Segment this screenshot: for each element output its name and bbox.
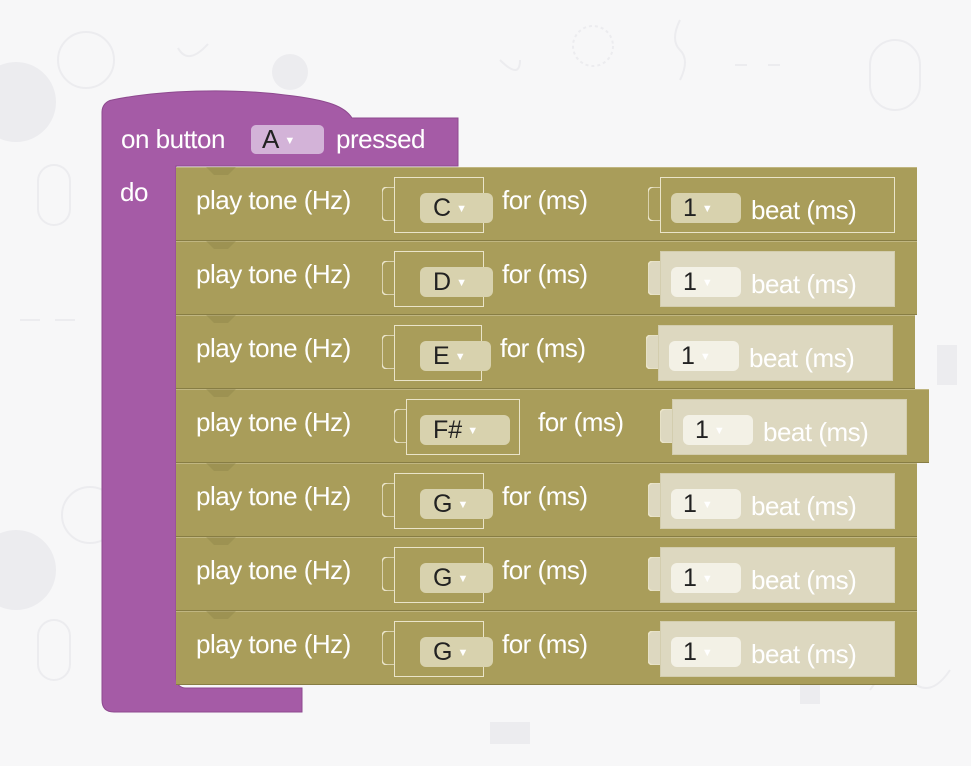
dropdown-caret-icon: ▼ — [701, 573, 713, 585]
beat-dropdown[interactable]: 1 ▼ — [671, 637, 741, 667]
tone-block-2[interactable]: play tone (Hz) D ▼ for (ms) 1 ▼ beat (ms) — [176, 241, 917, 315]
note-input-slot[interactable]: E ▼ — [394, 325, 491, 381]
beat-value: 1 — [681, 342, 695, 370]
beat-dropdown[interactable]: 1 ▼ — [671, 267, 741, 297]
note-value: G — [433, 638, 453, 666]
note-input-slot[interactable]: D ▼ — [394, 251, 493, 307]
dropdown-caret-icon: ▼ — [701, 499, 713, 511]
note-dropdown[interactable]: G ▼ — [420, 637, 493, 667]
block-notch-icon — [206, 611, 236, 619]
beat-dropdown[interactable]: 1 ▼ — [671, 489, 741, 519]
beat-ms-label: beat (ms) — [751, 491, 857, 521]
dropdown-caret-icon: ▼ — [456, 277, 467, 289]
beat-value: 1 — [683, 638, 697, 666]
block-notch-icon — [206, 241, 236, 249]
beat-ms-label: beat (ms) — [763, 417, 869, 447]
play-tone-label: play tone (Hz) — [196, 629, 351, 659]
note-value: G — [433, 490, 453, 518]
note-input-slot[interactable]: C ▼ — [394, 177, 493, 233]
beat-ms-label: beat (ms) — [751, 565, 857, 595]
note-dropdown[interactable]: D ▼ — [420, 267, 493, 297]
play-tone-label: play tone (Hz) — [196, 333, 351, 363]
beat-dropdown[interactable]: 1 ▼ — [669, 341, 739, 371]
beat-input-block[interactable]: 1 ▼ beat (ms) — [660, 547, 895, 603]
dropdown-caret-icon: ▼ — [454, 351, 466, 363]
for-ms-label: for (ms) — [500, 333, 586, 363]
block-notch-icon — [206, 389, 236, 397]
block-notch-icon — [206, 315, 236, 323]
dropdown-caret-icon: ▼ — [701, 277, 713, 289]
beat-input-block[interactable]: 1 ▼ beat (ms) — [660, 177, 895, 233]
for-ms-label: for (ms) — [502, 481, 588, 511]
beat-dropdown[interactable]: 1 ▼ — [683, 415, 753, 445]
for-ms-label: for (ms) — [502, 185, 588, 215]
beat-input-block[interactable]: 1 ▼ beat (ms) — [658, 325, 893, 381]
for-ms-label: for (ms) — [502, 555, 588, 585]
play-tone-label: play tone (Hz) — [196, 407, 351, 437]
blocks-workspace[interactable]: on button A ▼ pressed do play tone (Hz) C… — [0, 0, 971, 766]
note-dropdown[interactable]: C ▼ — [420, 193, 493, 223]
dropdown-caret-icon: ▼ — [456, 203, 467, 215]
beat-value: 1 — [683, 490, 697, 518]
beat-input-block[interactable]: 1 ▼ beat (ms) — [660, 473, 895, 529]
note-input-slot[interactable]: G ▼ — [394, 547, 493, 603]
block-notch-icon — [206, 167, 236, 175]
beat-value: 1 — [683, 194, 697, 222]
beat-dropdown[interactable]: 1 ▼ — [671, 563, 741, 593]
beat-ms-label: beat (ms) — [751, 269, 857, 299]
note-value: C — [433, 194, 452, 222]
beat-ms-label: beat (ms) — [749, 343, 855, 373]
beat-input-block[interactable]: 1 ▼ beat (ms) — [672, 399, 907, 455]
dropdown-caret-icon: ▼ — [284, 135, 296, 147]
do-label: do — [120, 177, 148, 207]
button-select-dropdown[interactable]: A ▼ — [251, 125, 324, 154]
beat-dropdown[interactable]: 1 ▼ — [671, 193, 741, 223]
play-tone-label: play tone (Hz) — [196, 481, 351, 511]
dropdown-caret-icon: ▼ — [457, 573, 469, 585]
note-input-slot[interactable]: F# ▼ — [406, 399, 520, 455]
note-dropdown[interactable]: G ▼ — [420, 489, 493, 519]
play-tone-label: play tone (Hz) — [196, 259, 351, 289]
note-value: F# — [433, 416, 463, 444]
beat-value: 1 — [683, 564, 697, 592]
play-tone-label: play tone (Hz) — [196, 185, 351, 215]
dropdown-caret-icon: ▼ — [457, 499, 469, 511]
tone-block-1[interactable]: play tone (Hz) C ▼ for (ms) 1 ▼ beat (ms) — [176, 167, 917, 241]
note-value: G — [433, 564, 453, 592]
beat-ms-label: beat (ms) — [751, 639, 857, 669]
dropdown-caret-icon: ▼ — [457, 647, 469, 659]
button-select-value: A — [262, 124, 280, 154]
dropdown-caret-icon: ▼ — [701, 647, 713, 659]
play-tone-label: play tone (Hz) — [196, 555, 351, 585]
beat-input-block[interactable]: 1 ▼ beat (ms) — [660, 251, 895, 307]
for-ms-label: for (ms) — [502, 259, 588, 289]
for-ms-label: for (ms) — [538, 407, 624, 437]
tone-block-5[interactable]: play tone (Hz) G ▼ for (ms) 1 ▼ beat (ms) — [176, 463, 917, 537]
dropdown-caret-icon: ▼ — [701, 203, 713, 215]
tone-block-3[interactable]: play tone (Hz) E ▼ for (ms) 1 ▼ beat (ms) — [176, 315, 915, 389]
dropdown-caret-icon: ▼ — [467, 425, 479, 437]
block-notch-icon — [206, 463, 236, 471]
dropdown-caret-icon: ▼ — [699, 351, 711, 363]
beat-ms-label: beat (ms) — [751, 195, 857, 225]
note-input-slot[interactable]: G ▼ — [394, 621, 493, 677]
note-dropdown[interactable]: F# ▼ — [420, 415, 510, 445]
note-dropdown[interactable]: E ▼ — [420, 341, 491, 371]
beat-value: 1 — [695, 416, 709, 444]
event-prefix-label: on button — [121, 124, 225, 154]
event-suffix-label: pressed — [336, 124, 426, 154]
note-value: E — [433, 342, 450, 370]
tone-block-7[interactable]: play tone (Hz) G ▼ for (ms) 1 ▼ beat (ms) — [176, 611, 917, 685]
beat-value: 1 — [683, 268, 697, 296]
for-ms-label: for (ms) — [502, 629, 588, 659]
note-dropdown[interactable]: G ▼ — [420, 563, 493, 593]
note-input-slot[interactable]: G ▼ — [394, 473, 493, 529]
tone-block-4[interactable]: play tone (Hz) F# ▼ for (ms) 1 ▼ beat (ms) — [176, 389, 929, 463]
dropdown-caret-icon: ▼ — [713, 425, 725, 437]
tone-block-6[interactable]: play tone (Hz) G ▼ for (ms) 1 ▼ beat (ms) — [176, 537, 917, 611]
note-value: D — [433, 268, 452, 296]
beat-input-block[interactable]: 1 ▼ beat (ms) — [660, 621, 895, 677]
block-notch-icon — [206, 537, 236, 545]
